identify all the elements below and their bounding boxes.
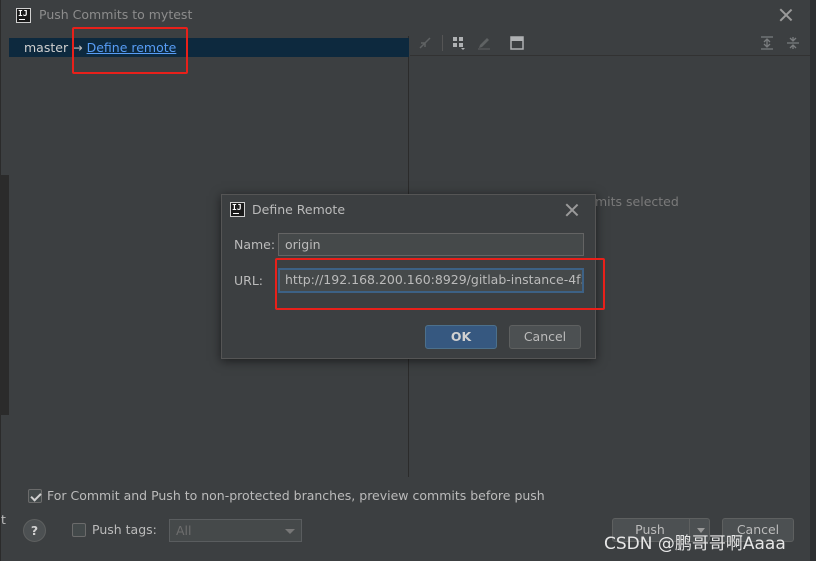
name-label: Name: [234, 237, 276, 252]
preview-commits-checkbox[interactable] [28, 489, 42, 503]
collapse-all-icon[interactable] [786, 36, 800, 50]
edge-text-fragment: t [1, 512, 6, 527]
url-label: URL: [234, 273, 264, 288]
branch-row[interactable]: master → Define remote [9, 38, 409, 57]
branch-arrow-icon: → [72, 40, 83, 55]
push-tags-label: Push tags: [92, 522, 157, 537]
push-tags-dropdown[interactable]: All [169, 519, 302, 542]
no-commits-selected-text: mits selected [595, 194, 679, 209]
push-tags-value: All [176, 523, 192, 538]
dialog-title: Define Remote [252, 202, 346, 217]
preview-commits-label: For Commit and Push to non-protected bra… [47, 488, 545, 503]
window-title: Push Commits to mytest [39, 7, 193, 22]
help-button[interactable]: ? [23, 519, 46, 542]
dialog-close-icon[interactable] [565, 203, 579, 217]
window-close-icon[interactable] [779, 8, 793, 22]
window-titlebar: IJ Push Commits to mytest [1, 0, 816, 30]
edit-pencil-icon[interactable] [477, 36, 491, 50]
group-by-icon[interactable] [452, 36, 466, 50]
define-remote-link[interactable]: Define remote [87, 40, 177, 55]
dialog-cancel-button[interactable]: Cancel [509, 325, 581, 349]
define-remote-dialog: IJ Define Remote Name: origin URL: http:… [221, 194, 596, 359]
editor-edge-strip [1, 175, 9, 415]
dialog-logo-icon: IJ [230, 202, 245, 217]
preview-diff-icon[interactable] [510, 36, 524, 50]
push-tags-checkbox[interactable] [72, 523, 86, 537]
intellij-logo-icon: IJ [16, 8, 31, 23]
collapse-arrows-icon[interactable] [418, 36, 432, 50]
chevron-down-icon [285, 529, 295, 534]
csdn-watermark: CSDN @鹏哥哥啊Aaaa [604, 534, 786, 554]
expand-all-icon[interactable] [760, 36, 774, 50]
remote-name-input[interactable]: origin [278, 233, 584, 256]
local-branch-name: master [24, 40, 69, 55]
details-toolbar [410, 30, 810, 56]
remote-url-input[interactable]: http://192.168.200.160:8929/gitlab-insta… [278, 268, 584, 293]
toolbar-separator [442, 35, 443, 51]
ok-button[interactable]: OK [425, 325, 497, 349]
